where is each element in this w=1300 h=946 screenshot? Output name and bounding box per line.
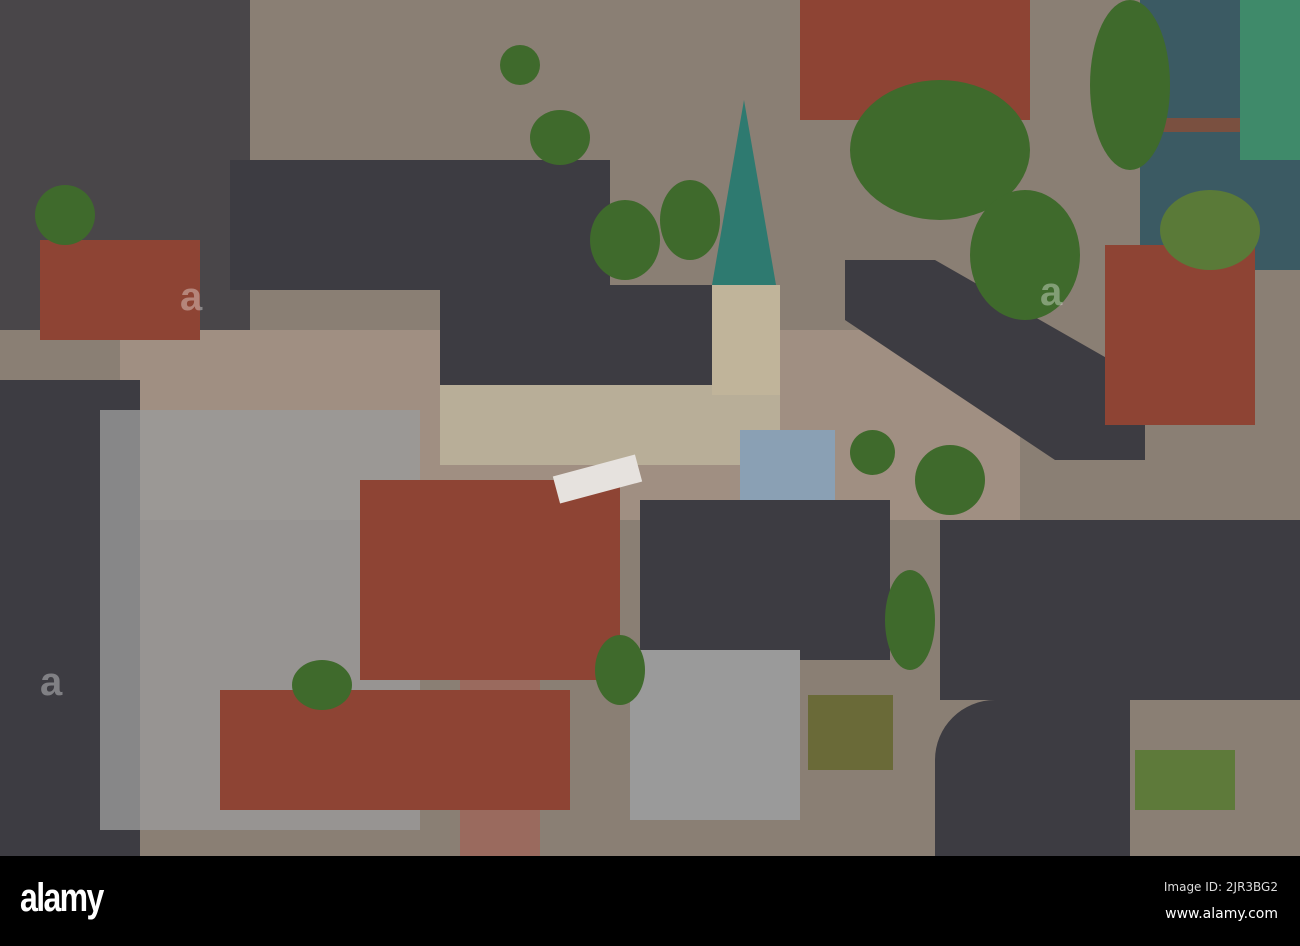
- buildings-center-south: [640, 500, 890, 660]
- watermark: a: [40, 660, 63, 704]
- watermark: a: [1040, 270, 1063, 314]
- church-tower: [712, 285, 780, 395]
- church-facade: [440, 385, 780, 465]
- tree-cluster: [970, 190, 1080, 320]
- tree: [850, 430, 895, 475]
- tree: [500, 45, 540, 85]
- tree: [885, 570, 935, 670]
- tree: [35, 185, 95, 245]
- glass-roof-building: [740, 430, 835, 500]
- brick-buildings: [40, 240, 200, 340]
- willow-tree: [1160, 190, 1260, 270]
- church-spire: [712, 100, 776, 285]
- aerial-photo-town-center: a a a: [0, 0, 1300, 856]
- alamy-logo: alamy: [20, 876, 104, 920]
- bridge-structure: [1240, 0, 1300, 160]
- flat-roof-buildings: [630, 650, 800, 820]
- brick-block-east: [1105, 245, 1255, 425]
- green-roof-2: [808, 695, 893, 770]
- tree: [915, 445, 985, 515]
- site-url: www.alamy.com: [1165, 906, 1278, 922]
- buildings-southeast: [940, 520, 1300, 700]
- green-roof: [1135, 750, 1235, 810]
- tree: [595, 635, 645, 705]
- tree: [660, 180, 720, 260]
- tree: [530, 110, 590, 165]
- brick-row-south: [220, 690, 570, 810]
- tree: [292, 660, 352, 710]
- tree: [590, 200, 660, 280]
- image-id: Image ID: 2JR3BG2: [1163, 880, 1278, 894]
- footer-bar: alamy Image ID: 2JR3BG2 www.alamy.com: [0, 856, 1300, 946]
- buildings-north: [230, 160, 610, 290]
- watermark: a: [180, 275, 203, 319]
- curved-building: [935, 700, 1130, 856]
- brick-blocks-center: [360, 480, 620, 680]
- tree: [1090, 0, 1170, 170]
